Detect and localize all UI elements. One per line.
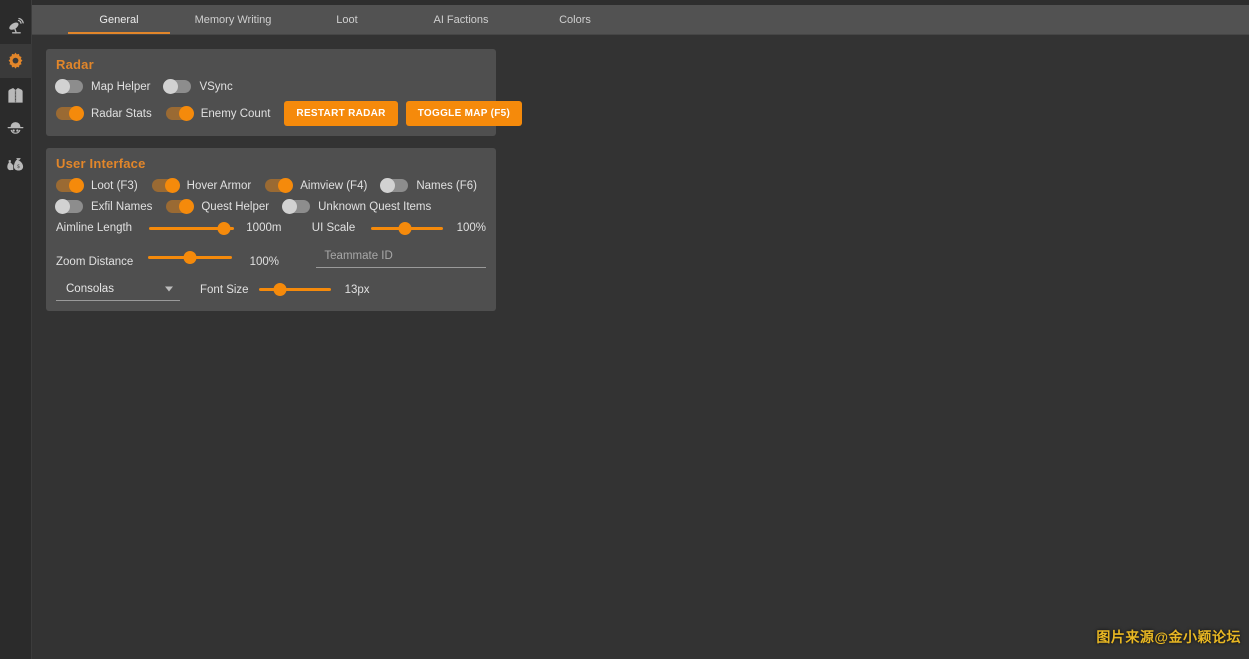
toggle-knob: [55, 199, 70, 214]
toggle-knob: [69, 106, 84, 121]
toggle-map-helper[interactable]: [55, 79, 83, 94]
slider-value-zoom-distance: 100%: [249, 256, 280, 268]
toggle-map-button[interactable]: TOGGLE MAP (F5): [405, 101, 523, 126]
toggle-label-exfil-names: Exfil Names: [91, 200, 153, 213]
slider-thumb[interactable]: [273, 283, 287, 296]
radar-toggle-row-2: Radar Stats Enemy Count RESTART RADAR TO…: [56, 101, 523, 126]
radar-card-title: Radar: [56, 57, 94, 72]
radar-dish-icon: [6, 17, 26, 37]
toggle-label-names: Names (F6): [416, 179, 478, 192]
font-row: Consolas Font Size 13px: [56, 278, 486, 301]
slider-label-zoom-distance: Zoom Distance: [56, 256, 134, 268]
toggle-label-enemy-count: Enemy Count: [200, 107, 271, 120]
tab-label: Colors: [559, 13, 591, 26]
toggle-knob: [55, 79, 70, 94]
svg-text:$: $: [16, 164, 19, 170]
tab-label: General: [99, 13, 139, 26]
jacket-icon: [6, 86, 25, 105]
watermark-text: 图片来源@金小颖论坛: [1096, 629, 1241, 645]
toggle-quest-helper[interactable]: [166, 199, 195, 214]
toggle-knob: [179, 199, 195, 214]
tab-general[interactable]: General: [62, 5, 176, 34]
toggle-label-hover-armor: Hover Armor: [186, 179, 252, 192]
teammate-id-input[interactable]: [316, 245, 486, 268]
slider-label-font-size: Font Size: [200, 283, 249, 296]
toggle-loot[interactable]: [56, 178, 84, 193]
toggle-knob: [282, 199, 298, 214]
main-area: General Memory Writing Loot AI Factions …: [32, 0, 1249, 659]
ui-card-title: User Interface: [56, 156, 146, 171]
toggle-unknown-quest-items[interactable]: [282, 199, 311, 214]
font-family-value: Consolas: [66, 283, 114, 295]
slider-track: [258, 288, 331, 291]
tab-label: Loot: [336, 13, 358, 26]
tab-bar: General Memory Writing Loot AI Factions …: [32, 5, 1249, 35]
toggle-label-aimview: Aimview (F4): [300, 179, 368, 192]
toggle-label-radar-stats: Radar Stats: [91, 107, 152, 120]
toggle-label-loot: Loot (F3): [91, 179, 138, 192]
toggle-knob: [278, 178, 294, 193]
toggle-vsync[interactable]: [163, 79, 192, 94]
money-bags-icon: $: [6, 153, 26, 173]
toggle-knob: [164, 178, 180, 193]
toggle-hover-armor[interactable]: [151, 178, 180, 193]
slider-font-size[interactable]: [258, 283, 331, 297]
toggle-label-quest-helper: Quest Helper: [201, 200, 270, 213]
toggle-label-unknown-quest-items: Unknown Quest Items: [318, 200, 432, 213]
slider-thumb[interactable]: [217, 221, 231, 235]
user-interface-card: User Interface Loot (F3) Hover Armor Aim…: [46, 148, 496, 311]
sidebar-item-gear[interactable]: [0, 78, 32, 112]
slider-value-ui-scale: 100%: [456, 222, 486, 234]
toggle-label-map-helper: Map Helper: [91, 80, 151, 93]
tab-ai-factions[interactable]: AI Factions: [404, 5, 518, 34]
chevron-down-icon: [165, 286, 173, 292]
tab-label: Memory Writing: [194, 13, 272, 26]
toggle-knob: [69, 178, 84, 193]
radar-card: Radar Map Helper VSync Radar Stats Enemy…: [46, 49, 523, 136]
toggle-exfil-names[interactable]: [55, 199, 83, 214]
tab-loot[interactable]: Loot: [290, 5, 404, 34]
toggle-knob: [380, 178, 396, 193]
left-sidebar: $: [0, 0, 32, 659]
slider-zoom-distance[interactable]: [147, 250, 232, 264]
slider-value-aimline-length: 1000m: [246, 222, 282, 234]
slider-row-2: Zoom Distance 100%: [56, 245, 486, 268]
slider-aimline-length[interactable]: [149, 221, 235, 235]
font-family-select[interactable]: Consolas: [56, 278, 180, 301]
toggle-knob: [163, 79, 179, 94]
slider-value-font-size: 13px: [344, 283, 370, 296]
slider-thumb[interactable]: [183, 250, 197, 264]
settings-content: Radar Map Helper VSync Radar Stats Enemy…: [32, 35, 1249, 659]
tab-memory-writing[interactable]: Memory Writing: [176, 5, 290, 34]
radar-toggle-row-1: Map Helper VSync: [55, 79, 486, 94]
ui-toggle-row-1: Loot (F3) Hover Armor Aimview (F4) Names…: [56, 178, 486, 193]
sidebar-item-players[interactable]: [0, 112, 32, 146]
toggle-label-vsync: VSync: [199, 80, 233, 93]
restart-radar-button[interactable]: RESTART RADAR: [284, 101, 398, 126]
slider-thumb[interactable]: [398, 221, 412, 235]
ui-toggle-row-2: Exfil Names Quest Helper Unknown Quest I…: [55, 199, 486, 214]
toggle-aimview[interactable]: [265, 178, 294, 193]
tab-colors[interactable]: Colors: [518, 5, 632, 34]
toggle-knob: [178, 106, 194, 121]
tab-label: AI Factions: [433, 13, 489, 26]
gear-icon: [5, 51, 26, 72]
app-window: $ General Memory Writing Loot AI Faction…: [0, 0, 1249, 659]
slider-label-aimline-length: Aimline Length: [56, 222, 133, 234]
toggle-enemy-count[interactable]: [165, 106, 194, 121]
toggle-radar-stats[interactable]: [56, 106, 84, 121]
slider-label-ui-scale: UI Scale: [311, 222, 356, 234]
slider-ui-scale[interactable]: [371, 221, 443, 235]
toggle-names[interactable]: [380, 178, 409, 193]
slider-row-1: Aimline Length 1000m UI Scale 100%: [56, 221, 486, 235]
scav-hat-icon: [6, 120, 25, 139]
sidebar-item-loot-value[interactable]: $: [0, 146, 32, 180]
sidebar-item-settings[interactable]: [0, 44, 32, 78]
sidebar-item-radar[interactable]: [0, 10, 32, 44]
